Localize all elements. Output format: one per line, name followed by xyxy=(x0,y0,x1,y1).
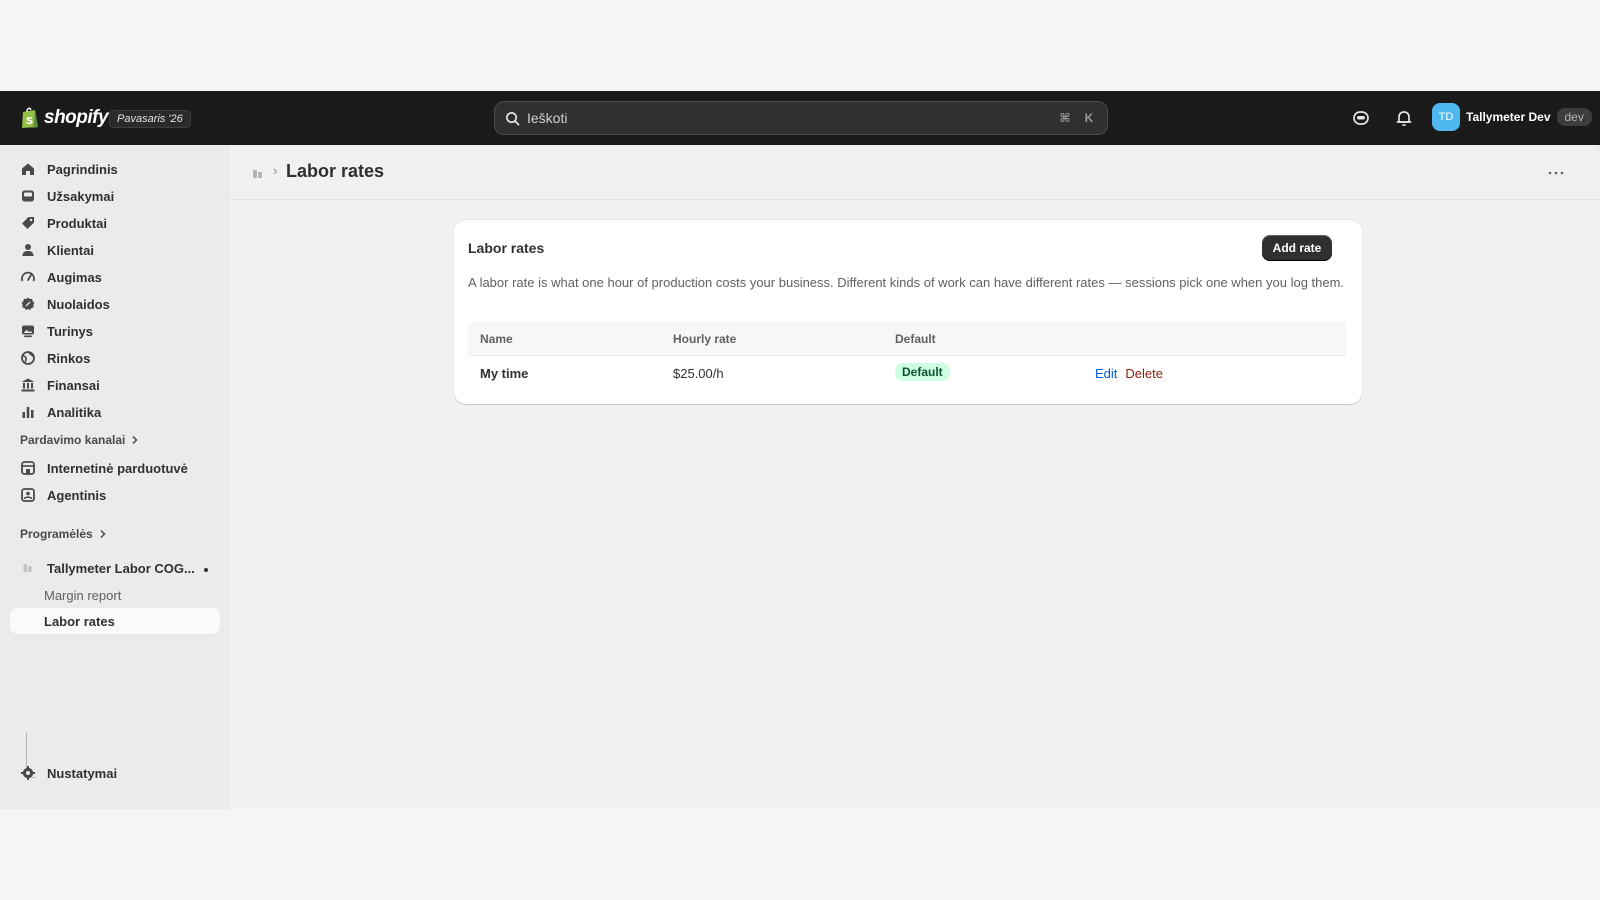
sidebar-item-label: Rinkos xyxy=(47,350,91,366)
sidebar-item-online-store[interactable]: Internetinė parduotuvė xyxy=(10,455,220,481)
sidebar-item-markets[interactable]: Rinkos xyxy=(10,345,220,371)
rate-name: My time xyxy=(480,366,529,381)
sidebar-item-settings[interactable]: Nustatymai xyxy=(10,760,220,786)
sidebar-item-label: Internetinė parduotuvė xyxy=(47,460,188,476)
rate-value: $25.00/h xyxy=(673,366,724,381)
sidebar-item-label: Augimas xyxy=(47,269,102,285)
sidebar: Pagrindinis Užsakymai Produktai Klientai… xyxy=(0,145,230,809)
breadcrumb-chevron: › xyxy=(273,163,278,178)
sidebar-item-app[interactable]: Tallymeter Labor COG... xyxy=(10,555,220,581)
sidebar-item-label: Nuolaidos xyxy=(47,296,110,312)
sidebar-item-agentic[interactable]: Agentinis xyxy=(10,482,220,508)
user-name: Tallymeter Dev xyxy=(1466,110,1551,124)
sidebar-item-label: Produktai xyxy=(47,215,107,231)
avatar: TD xyxy=(1432,103,1460,131)
store-icon xyxy=(21,461,35,475)
store-tag: dev xyxy=(1556,108,1592,126)
sidebar-item-orders[interactable]: Užsakymai xyxy=(10,183,220,209)
sidebar-item-products[interactable]: Produktai xyxy=(10,210,220,236)
apps-section[interactable]: Programėlės xyxy=(20,527,107,541)
add-rate-button[interactable]: Add rate xyxy=(1262,235,1332,261)
sidebar-item-label: Pagrindinis xyxy=(47,161,118,177)
sidebar-item-discounts[interactable]: Nuolaidos xyxy=(10,291,220,317)
sidebar-item-label: Turinys xyxy=(47,323,93,339)
inbox-icon xyxy=(22,190,34,202)
top-bar: S shopify Pavasaris '26 ⌘ K TD xyxy=(0,91,1600,145)
command-key: ⌘ xyxy=(1059,111,1071,125)
admin-window: S shopify Pavasaris '26 ⌘ K TD xyxy=(0,91,1600,809)
row-actions: Edit Delete xyxy=(1095,366,1163,381)
release-badge[interactable]: Pavasaris '26 xyxy=(109,110,191,128)
chevron-right-icon xyxy=(132,435,138,445)
sidebar-item-customers[interactable]: Klientai xyxy=(10,237,220,263)
column-header-name: Name xyxy=(480,332,513,346)
main-content: › Labor rates Labor rates Add rate A lab… xyxy=(230,145,1600,809)
sidebar-item-label: Finansai xyxy=(47,377,100,393)
sidebar-item-label: Analitika xyxy=(47,404,102,420)
ellipsis-icon xyxy=(1548,171,1564,175)
tag-icon xyxy=(22,217,34,229)
chart-bar-icon xyxy=(22,407,34,418)
sidebar-item-analytics[interactable]: Analitika xyxy=(10,399,220,425)
page-header: › Labor rates xyxy=(230,145,1600,200)
section-label: Pardavimo kanalai xyxy=(20,433,126,447)
globe-icon xyxy=(21,351,35,365)
sidebar-item-finances[interactable]: Finansai xyxy=(10,372,220,398)
agent-icon xyxy=(21,488,35,502)
column-header-rate: Hourly rate xyxy=(673,332,737,346)
shopify-bag-icon: S xyxy=(22,107,38,128)
column-header-default: Default xyxy=(895,332,936,346)
sidebar-item-home[interactable]: Pagrindinis xyxy=(10,156,220,182)
sales-channels-section[interactable]: Pardavimo kanalai xyxy=(20,433,139,447)
content-icon xyxy=(22,325,34,338)
home-icon xyxy=(22,163,34,175)
labor-rates-table: Name Hourly rate Default My time $25.00/… xyxy=(468,322,1346,392)
shopify-logo[interactable]: S shopify xyxy=(20,106,109,129)
sidekick-icon[interactable] xyxy=(1351,108,1371,128)
chevron-right-icon xyxy=(100,529,106,539)
app-status-dot xyxy=(204,568,208,572)
gauge-icon xyxy=(21,271,35,282)
sidebar-item-label: Agentinis xyxy=(47,487,107,503)
search-icon xyxy=(506,111,520,125)
sidebar-item-label: Nustatymai xyxy=(47,765,118,781)
labor-rates-card: Labor rates Add rate A labor rate is wha… xyxy=(454,220,1362,404)
sidebar-item-content[interactable]: Turinys xyxy=(10,318,220,344)
brand-wordmark: shopify xyxy=(44,106,109,128)
person-icon xyxy=(22,244,34,256)
sidebar-item-label: Klientai xyxy=(47,242,94,258)
card-description: A labor rate is what one hour of product… xyxy=(468,275,1345,290)
delete-link[interactable]: Delete xyxy=(1125,366,1163,381)
k-key: K xyxy=(1084,111,1094,125)
sidebar-subitem-labor-rates[interactable]: Labor rates xyxy=(10,608,220,634)
card-title: Labor rates xyxy=(468,240,545,256)
discount-icon xyxy=(21,297,35,310)
sidebar-item-label: Užsakymai xyxy=(47,188,115,204)
app-breadcrumb-icon[interactable] xyxy=(252,168,264,180)
sidebar-subitem-margin-report[interactable]: Margin report xyxy=(10,582,220,608)
sidebar-item-growth[interactable]: Augimas xyxy=(10,264,220,290)
section-label: Programėlės xyxy=(20,527,93,541)
table-header: Name Hourly rate Default xyxy=(468,322,1346,356)
bell-icon[interactable] xyxy=(1394,108,1414,128)
table-row: My time $25.00/h Default Edit Delete xyxy=(468,356,1346,392)
page-title: Labor rates xyxy=(286,161,385,181)
search-input[interactable] xyxy=(527,110,1057,126)
search-shortcut: ⌘ K xyxy=(1057,111,1097,125)
svg-text:S: S xyxy=(26,116,33,127)
user-menu[interactable]: TD Tallymeter Dev dev xyxy=(1432,103,1592,131)
bank-icon xyxy=(21,378,35,392)
gear-icon xyxy=(21,766,35,780)
edit-link[interactable]: Edit xyxy=(1095,366,1117,381)
app-icon xyxy=(23,564,32,572)
sidebar-item-label: Tallymeter Labor COG... xyxy=(47,560,195,576)
more-actions-button[interactable] xyxy=(1542,161,1570,185)
search-bar[interactable]: ⌘ K xyxy=(494,101,1108,135)
default-badge: Default xyxy=(895,363,950,381)
